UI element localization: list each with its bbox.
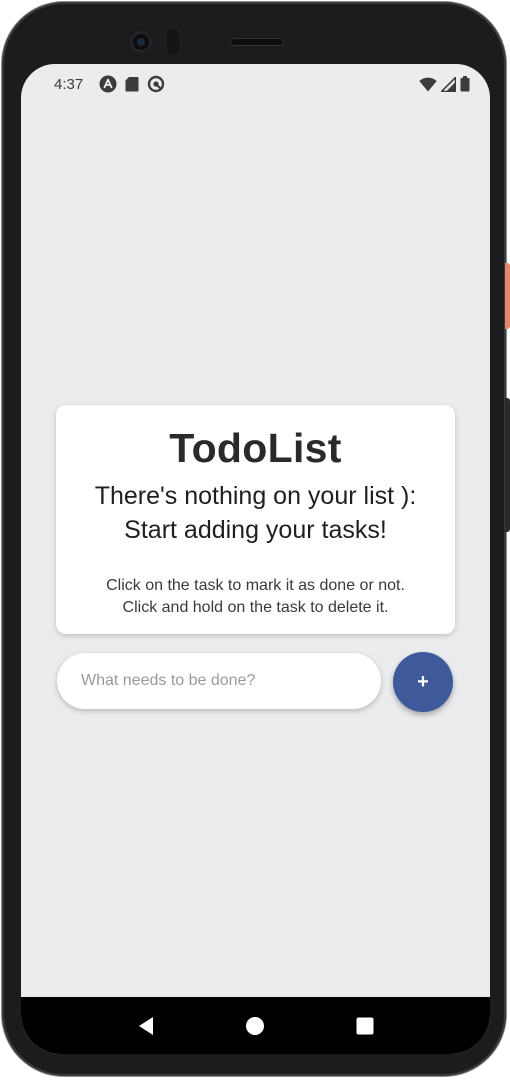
front-camera xyxy=(130,31,152,53)
help-text-line-1: Click on the task to mark it as done or … xyxy=(106,577,405,594)
screen: 4:37 TodoList There's nothing on your li… xyxy=(21,64,490,1054)
recents-icon xyxy=(356,1017,374,1034)
todo-card: TodoList There's nothing on your list ):… xyxy=(56,405,455,634)
data-saver-icon xyxy=(147,75,165,93)
task-input[interactable] xyxy=(57,653,381,709)
help-text-line-2: Click and hold on the task to delete it. xyxy=(122,599,389,616)
back-button[interactable] xyxy=(126,1006,166,1046)
status-time: 4:37 xyxy=(54,75,84,93)
wifi-icon xyxy=(419,77,437,92)
battery-icon xyxy=(460,76,470,92)
navigation-bar xyxy=(21,997,490,1054)
home-icon xyxy=(246,1016,265,1035)
empty-message-line-2: Start adding your tasks! xyxy=(124,516,387,544)
home-button[interactable] xyxy=(235,1006,275,1046)
volume-button xyxy=(505,398,510,532)
empty-message-line-1: There's nothing on your list ): xyxy=(94,482,417,510)
a-circle-icon xyxy=(99,75,117,93)
status-bar: 4:37 xyxy=(21,64,490,104)
phone-frame: 4:37 TodoList There's nothing on your li… xyxy=(2,2,506,1076)
signal-icon xyxy=(441,76,456,92)
status-left: 4:37 xyxy=(54,75,165,93)
earpiece-speaker xyxy=(230,38,284,46)
sd-card-icon xyxy=(125,76,139,92)
back-icon xyxy=(138,1016,153,1035)
proximity-sensor xyxy=(167,29,179,55)
help-text: Click on the task to mark it as done or … xyxy=(56,575,455,619)
app-title: TodoList xyxy=(169,425,342,471)
status-right xyxy=(419,76,470,92)
recents-button[interactable] xyxy=(345,1006,385,1046)
power-button xyxy=(505,263,510,329)
add-task-button[interactable]: + xyxy=(393,652,453,712)
empty-message: There's nothing on your list ): Start ad… xyxy=(56,479,455,547)
